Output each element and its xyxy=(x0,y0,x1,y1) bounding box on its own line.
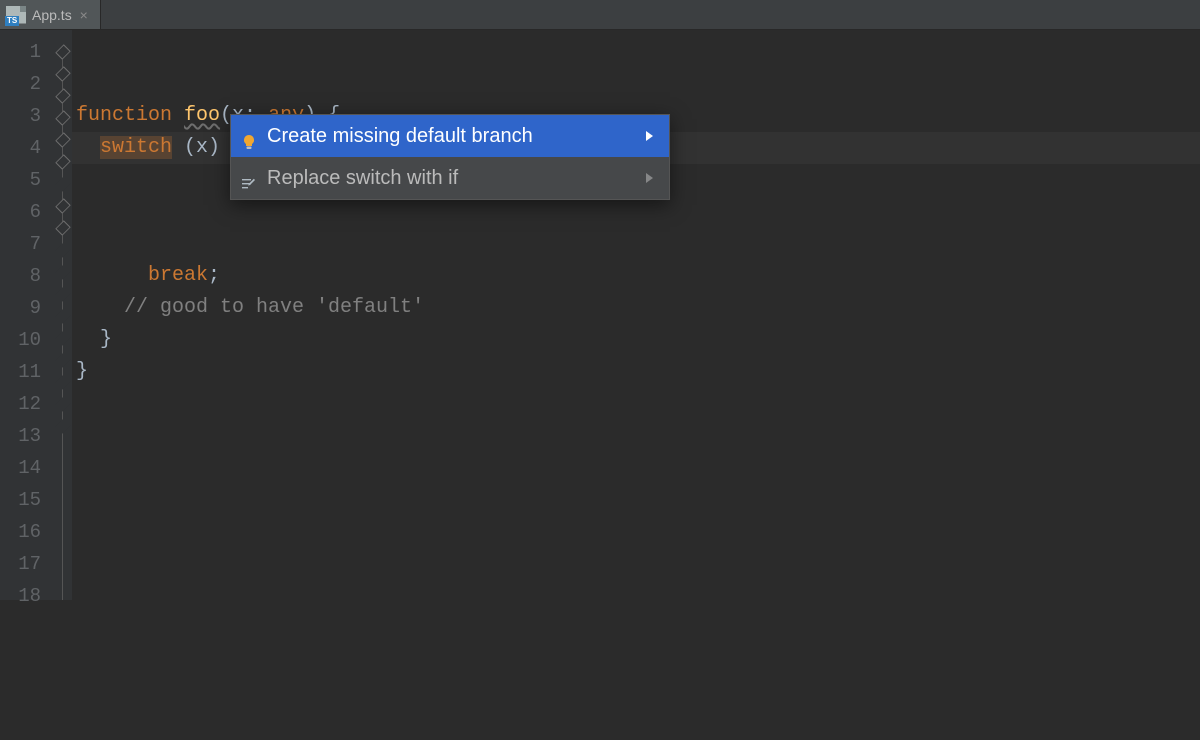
fold-marker xyxy=(55,418,70,433)
code-line[interactable] xyxy=(72,516,1200,548)
code-line[interactable]: } xyxy=(72,356,1200,388)
fold-marker[interactable] xyxy=(55,88,70,103)
fold-marker xyxy=(55,264,70,279)
line-number[interactable]: 5 xyxy=(0,164,53,196)
line-number[interactable]: 10 xyxy=(0,324,53,356)
code-line[interactable] xyxy=(72,420,1200,452)
intention-label: Replace switch with if xyxy=(267,162,458,194)
fold-marker xyxy=(55,330,70,345)
line-number-gutter[interactable]: 123456789101112131415161718 xyxy=(0,30,54,600)
code-line[interactable] xyxy=(72,612,1200,644)
line-number[interactable]: 1 xyxy=(0,36,53,68)
fold-marker[interactable] xyxy=(55,44,70,59)
fold-marker xyxy=(55,242,70,257)
code-line[interactable] xyxy=(72,388,1200,420)
line-number[interactable]: 2 xyxy=(0,68,53,100)
pencil-icon xyxy=(241,170,257,186)
code-line[interactable] xyxy=(72,548,1200,580)
fold-marker xyxy=(55,286,70,301)
fold-marker xyxy=(55,308,70,323)
line-number[interactable]: 3 xyxy=(0,100,53,132)
chevron-right-icon xyxy=(646,131,653,141)
line-number[interactable]: 18 xyxy=(0,580,53,612)
code-line[interactable] xyxy=(72,452,1200,484)
chevron-right-icon xyxy=(646,173,653,183)
code-line[interactable] xyxy=(72,228,1200,260)
code-line[interactable]: // good to have 'default' xyxy=(72,292,1200,324)
code-line[interactable] xyxy=(72,196,1200,228)
intention-item-selected[interactable]: Create missing default branch xyxy=(231,115,669,157)
intention-popup: Create missing default branch Replace swi… xyxy=(230,114,670,200)
tab-filename: App.ts xyxy=(32,7,72,23)
line-number[interactable]: 12 xyxy=(0,388,53,420)
code-line[interactable] xyxy=(72,484,1200,516)
fold-marker[interactable] xyxy=(55,132,70,147)
line-number[interactable]: 4 xyxy=(0,132,53,164)
line-number[interactable]: 17 xyxy=(0,548,53,580)
line-number[interactable]: 6 xyxy=(0,196,53,228)
fold-marker xyxy=(55,352,70,367)
bulb-icon xyxy=(241,128,257,144)
line-number[interactable]: 13 xyxy=(0,420,53,452)
line-number[interactable]: 14 xyxy=(0,452,53,484)
typescript-file-icon: TS xyxy=(6,6,26,24)
line-number[interactable]: 11 xyxy=(0,356,53,388)
tab-bar: TS App.ts × xyxy=(0,0,1200,30)
file-tab[interactable]: TS App.ts × xyxy=(0,0,101,29)
close-icon[interactable]: × xyxy=(78,9,90,21)
fold-marker[interactable] xyxy=(55,220,70,235)
fold-marker[interactable] xyxy=(55,66,70,81)
fold-marker[interactable] xyxy=(55,154,70,169)
fold-marker[interactable] xyxy=(55,198,70,213)
line-number[interactable]: 16 xyxy=(0,516,53,548)
code-line[interactable]: break; xyxy=(72,260,1200,292)
line-number[interactable]: 8 xyxy=(0,260,53,292)
fold-marker xyxy=(55,374,70,389)
intention-item[interactable]: Replace switch with if xyxy=(231,157,669,199)
code-line[interactable] xyxy=(72,644,1200,676)
line-number[interactable]: 9 xyxy=(0,292,53,324)
fold-marker[interactable] xyxy=(55,110,70,125)
intention-label: Create missing default branch xyxy=(267,120,533,152)
code-area[interactable]: function foo(x: any) { switch (x) { brea… xyxy=(72,30,1200,600)
fold-marker xyxy=(55,396,70,411)
line-number[interactable]: 15 xyxy=(0,484,53,516)
fold-gutter[interactable] xyxy=(54,30,72,600)
editor: 123456789101112131415161718 function foo… xyxy=(0,30,1200,600)
fold-marker xyxy=(55,176,70,191)
line-number[interactable]: 7 xyxy=(0,228,53,260)
code-line[interactable]: } xyxy=(72,324,1200,356)
code-line[interactable] xyxy=(72,580,1200,612)
